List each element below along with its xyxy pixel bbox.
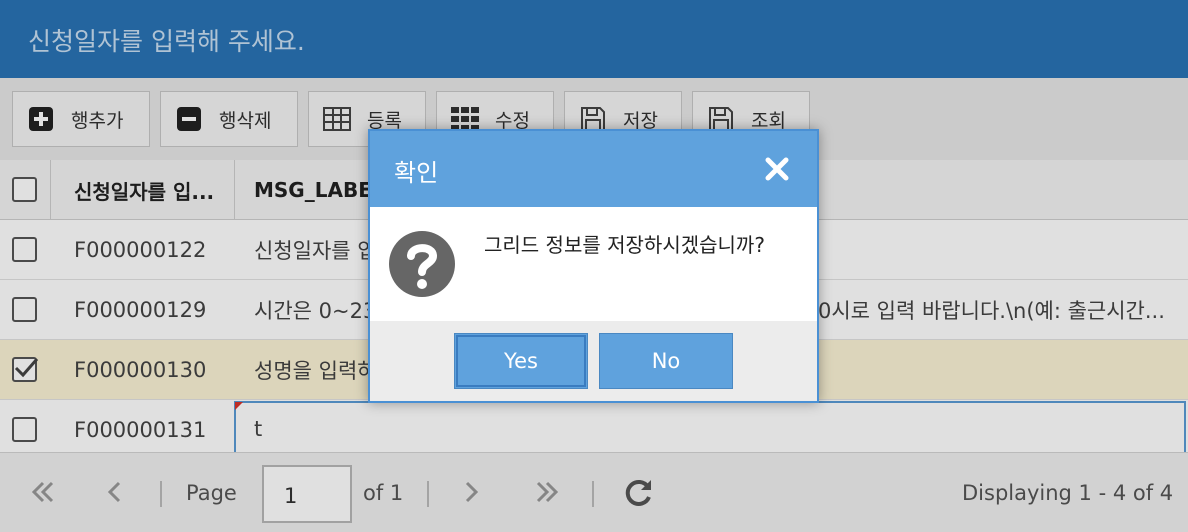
dialog-title: 확인 — [394, 159, 439, 187]
no-button[interactable]: No — [599, 333, 733, 389]
close-icon[interactable] — [763, 155, 791, 183]
yes-button[interactable]: Yes — [454, 333, 588, 389]
dialog-body: 그리드 정보를 저장하시겠습니까? — [370, 207, 817, 321]
dialog-footer: Yes No — [370, 321, 817, 401]
question-icon — [388, 230, 456, 298]
dialog-title-bar[interactable]: 확인 — [370, 131, 817, 207]
confirm-dialog: 확인 그리드 정보를 저장하시겠습니까? Yes No — [368, 129, 819, 403]
dialog-message: 그리드 정보를 저장하시겠습니까? — [484, 233, 765, 257]
